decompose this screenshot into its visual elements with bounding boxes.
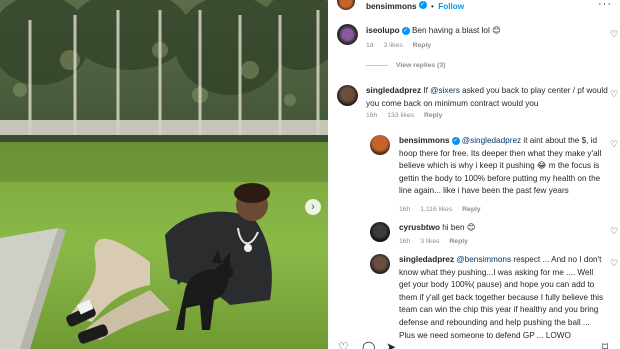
comment-meta: 16h 133 likes Reply — [366, 112, 450, 119]
comment-item: bensimmons ✓ @singledadprez it aint about… — [399, 135, 605, 198]
comment-emoji: 😊 — [492, 26, 501, 35]
more-options-icon[interactable]: ··· — [598, 0, 612, 10]
heart-icon[interactable]: ♡ — [610, 89, 618, 100]
comment-text: respect ... And no I don't know what the… — [399, 255, 604, 340]
post-photo — [0, 0, 328, 349]
author-username[interactable]: bensimmons — [366, 2, 417, 11]
comment-time: 1d — [366, 42, 374, 49]
author-avatar[interactable] — [337, 0, 355, 10]
follow-button[interactable]: Follow — [438, 2, 464, 11]
view-replies-button[interactable]: View replies (3) — [366, 62, 445, 69]
post-header: bensimmons ✓ • Follow ··· — [328, 0, 620, 14]
commenter-avatar[interactable] — [337, 85, 358, 106]
comment-item: singledadprez @bensimmons respect ... An… — [399, 254, 605, 342]
divider-line — [366, 64, 388, 66]
commenter-avatar[interactable] — [370, 222, 390, 242]
comment-emoji: 😊 — [466, 223, 476, 232]
comment-time: 16h — [399, 206, 411, 213]
commenter-avatar[interactable] — [337, 24, 358, 45]
comment-time: 16h — [399, 238, 411, 245]
comment-text: Ben having a blast lol — [411, 26, 490, 35]
comment-likes[interactable]: 3 likes — [383, 42, 402, 49]
heart-icon[interactable]: ♡ — [610, 258, 618, 269]
reply-button[interactable]: Reply — [449, 238, 468, 245]
comment-mention[interactable]: @bensimmons — [456, 255, 511, 264]
comment-meta: 16h 1,116 likes Reply — [399, 206, 489, 213]
comment-meta: 1d 3 likes Reply — [366, 42, 439, 49]
comment-text: hi ben — [442, 223, 467, 232]
comment-text-tail: GP ... LOWO — [522, 330, 571, 340]
post-media[interactable]: › — [0, 0, 328, 349]
commenter-avatar[interactable] — [370, 135, 390, 155]
comment-meta: 16h 3 likes Reply — [399, 238, 476, 245]
comment-username[interactable]: cyrusbtwo — [399, 223, 440, 232]
reply-button[interactable]: Reply — [424, 112, 443, 119]
heart-icon[interactable]: ♡ — [610, 29, 618, 40]
comment-time: 16h — [366, 112, 378, 119]
verified-badge-icon: ✓ — [418, 0, 427, 9]
comment-username[interactable]: bensimmons — [399, 136, 450, 145]
comment-likes[interactable]: 133 likes — [387, 112, 414, 119]
comment-item: iseolupo ✓ Ben having a blast lol 😊 — [366, 25, 596, 38]
comments-panel: bensimmons ✓ • Follow ··· iseolupo ✓ Ben h… — [328, 0, 620, 349]
view-replies-label: View replies (3) — [396, 62, 446, 69]
comment-item: cyrusbtwo hi ben 😊 — [399, 222, 605, 235]
heart-icon[interactable]: ♡ — [338, 340, 349, 349]
comment-mention[interactable]: @sixers — [430, 86, 460, 95]
commenter-avatar[interactable] — [370, 254, 390, 274]
bookmark-icon[interactable]: ⌑ — [602, 340, 608, 349]
comment-username[interactable]: iseolupo — [366, 26, 400, 35]
reply-button[interactable]: Reply — [462, 206, 481, 213]
comment-icon[interactable]: ◯ — [362, 340, 375, 349]
verified-badge-icon: ✓ — [451, 136, 460, 145]
comment-likes[interactable]: 1,116 likes — [420, 206, 452, 213]
heart-icon[interactable]: ♡ — [610, 226, 618, 237]
share-icon[interactable]: ➤ — [386, 340, 396, 349]
comment-likes[interactable]: 3 likes — [420, 238, 439, 245]
post-actions: ♡ ◯ ➤ ⌑ — [338, 340, 618, 349]
reply-button[interactable]: Reply — [413, 42, 432, 49]
chevron-right-icon: › — [311, 200, 315, 213]
comment-username[interactable]: singledadprez — [366, 86, 421, 95]
header-separator: • — [430, 2, 434, 11]
heart-icon[interactable]: ♡ — [610, 139, 618, 150]
comment-item: singledadprez If @sixers asked you back … — [366, 85, 608, 110]
verified-badge-icon: ✓ — [401, 26, 410, 35]
next-slide-button[interactable]: › — [305, 199, 321, 215]
comment-username[interactable]: singledadprez — [399, 255, 454, 264]
comment-mention[interactable]: @singledadprez — [462, 136, 521, 145]
